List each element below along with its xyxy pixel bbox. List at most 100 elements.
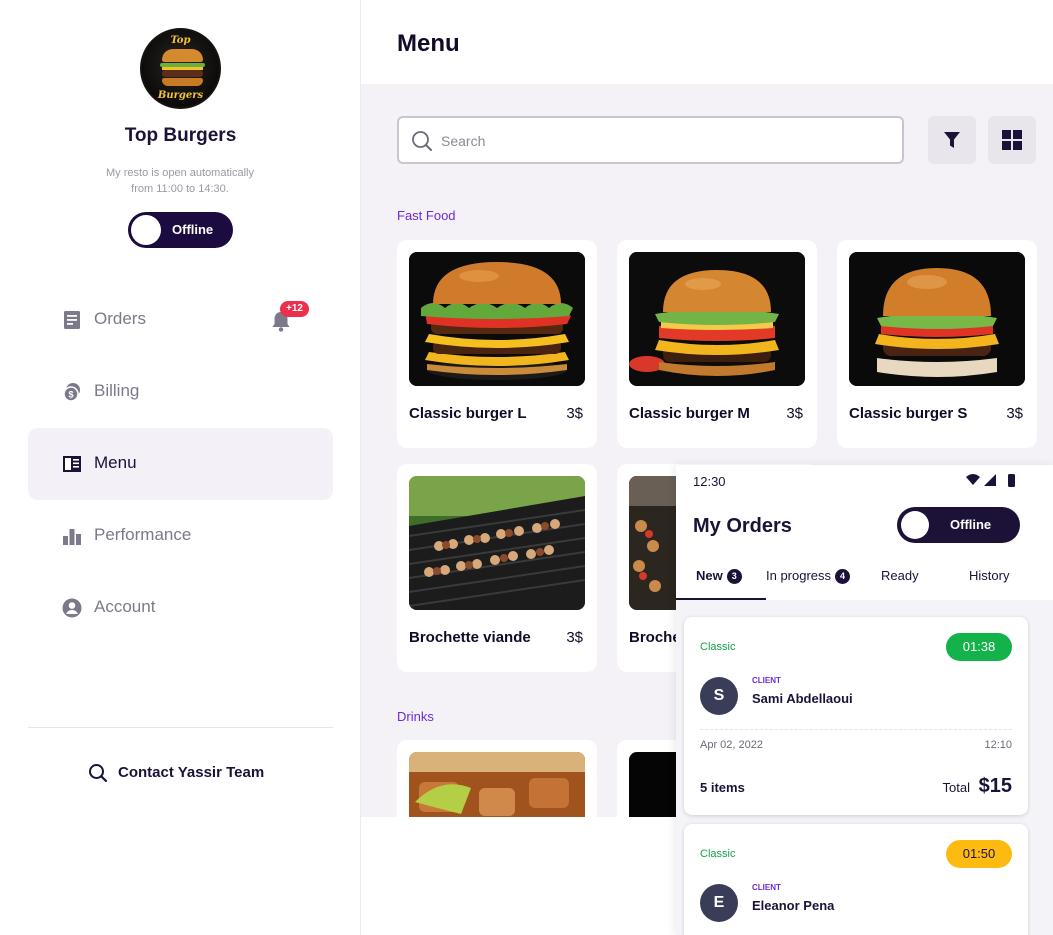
toggle-knob <box>901 511 929 539</box>
status-bar-icons <box>966 474 1015 487</box>
mobile-orders-panel: 12:30 My Orders Offline New 3 In progress… <box>676 465 1053 935</box>
client-label: CLIENT <box>752 883 781 892</box>
menu-item-name: Classic burger S <box>849 405 968 422</box>
opening-hours-line-1: My resto is open automatically <box>106 167 254 179</box>
bar-chart-icon <box>63 529 81 545</box>
grill-icon <box>409 476 585 610</box>
order-card[interactable]: Classic 01:50 E CLIENT Eleanor Pena <box>684 824 1028 935</box>
sidebar-item-label: Account <box>94 597 156 616</box>
burger-large-icon <box>409 252 585 386</box>
active-tab-indicator <box>676 598 766 600</box>
client-name: Sami Abdellaoui <box>752 691 853 706</box>
logo-text-top: Top <box>170 35 191 46</box>
menu-item-card[interactable]: Classic burger L 3$ <box>397 240 597 448</box>
book-icon <box>63 456 81 472</box>
sidebar-item-label: Menu <box>94 453 137 472</box>
client-label: CLIENT <box>752 676 781 685</box>
filter-icon <box>944 132 960 148</box>
burger-image <box>409 252 585 386</box>
opening-hours-line-2: from 11:00 to 14:30. <box>131 183 229 195</box>
drink-image <box>409 752 585 817</box>
skewers-image <box>409 476 585 610</box>
order-card[interactable]: Classic 01:38 S CLIENT Sami Abdellaoui A… <box>684 617 1028 815</box>
avatar: S <box>700 677 738 715</box>
status-toggle[interactable]: Offline <box>128 212 233 248</box>
sidebar-item-label: Performance <box>94 525 192 544</box>
sidebar-item-performance[interactable]: Performance <box>28 500 333 572</box>
order-divider <box>700 729 1012 730</box>
sidebar-item-account[interactable]: Account <box>28 572 333 644</box>
order-total: $15 <box>978 775 1012 797</box>
menu-item-name: Brochette viande <box>409 629 531 646</box>
mobile-status-toggle-label: Offline <box>950 517 992 532</box>
burger-icon <box>160 49 205 86</box>
burger-image <box>849 252 1025 386</box>
menu-item-card[interactable] <box>397 740 597 817</box>
filter-button[interactable] <box>928 116 976 164</box>
client-name: Eleanor Pena <box>752 898 835 913</box>
sidebar-item-menu[interactable]: Menu <box>28 428 333 500</box>
section-label-drinks: Drinks <box>397 709 434 724</box>
burger-medium-icon <box>629 252 805 386</box>
menu-item-price: 3$ <box>566 405 583 422</box>
sidebar: Top Burgers Top Burgers My resto is open… <box>0 0 361 935</box>
burger-small-icon <box>849 252 1025 386</box>
my-orders-title: My Orders <box>693 515 792 537</box>
top-bar: Menu <box>361 0 1053 84</box>
tab-history[interactable]: History <box>969 568 1009 583</box>
document-icon <box>64 311 80 329</box>
order-time: 12:10 <box>984 739 1012 751</box>
order-timer: 01:50 <box>946 840 1012 868</box>
iced-drink-icon <box>409 752 585 817</box>
order-date: Apr 02, 2022 <box>700 739 763 751</box>
menu-item-card[interactable]: Classic burger S 3$ <box>837 240 1037 448</box>
menu-item-card[interactable]: Brochette viande 3$ <box>397 464 597 672</box>
search-input[interactable] <box>441 129 881 153</box>
tab-label: New <box>696 568 723 583</box>
tab-in-progress[interactable]: In progress 4 <box>766 568 851 584</box>
menu-item-name: Classic burger L <box>409 405 527 422</box>
tab-ready[interactable]: Ready <box>881 568 919 583</box>
sidebar-divider <box>28 727 333 728</box>
order-type: Classic <box>700 641 736 653</box>
coins-icon: $ <box>63 383 80 402</box>
tab-new[interactable]: New 3 <box>696 568 742 584</box>
burger-image <box>629 252 805 386</box>
order-timer: 01:38 <box>946 633 1012 661</box>
contact-label: Contact Yassir Team <box>118 764 265 781</box>
menu-item-price: 3$ <box>1006 405 1023 422</box>
menu-item-name: Broche <box>629 629 681 646</box>
mobile-status-toggle[interactable]: Offline <box>897 507 1020 543</box>
sidebar-item-orders[interactable]: Orders +12 <box>28 284 333 356</box>
search-box[interactable] <box>397 116 904 164</box>
sidebar-item-label: Orders <box>94 309 146 328</box>
tab-count-badge: 4 <box>835 569 851 584</box>
grid-view-button[interactable] <box>988 116 1036 164</box>
mobile-header: 12:30 My Orders Offline New 3 In progress… <box>676 465 1053 600</box>
order-item-count: 5 items <box>700 780 745 795</box>
restaurant-logo: Top Burgers <box>140 28 221 109</box>
avatar: E <box>700 884 738 922</box>
menu-item-price: 3$ <box>786 405 803 422</box>
user-circle-icon <box>62 598 82 618</box>
notification-badge: +12 <box>280 301 309 317</box>
order-type: Classic <box>700 848 736 860</box>
page-title: Menu <box>397 30 460 57</box>
search-icon <box>89 764 108 783</box>
search-icon <box>412 131 432 151</box>
svg-text:$: $ <box>68 390 73 400</box>
restaurant-name: Top Burgers <box>124 125 237 146</box>
menu-item-name: Classic burger M <box>629 405 750 422</box>
order-total-label: Total <box>942 780 970 795</box>
tab-label: In progress <box>766 568 832 583</box>
menu-item-card[interactable]: Classic burger M 3$ <box>617 240 817 448</box>
sidebar-item-billing[interactable]: $ Billing <box>28 356 333 428</box>
sidebar-item-label: Billing <box>94 381 140 400</box>
grid-icon <box>1002 130 1022 150</box>
opening-hours-text: My resto is open automatically from 11:0… <box>80 165 280 197</box>
tab-label: Ready <box>881 568 919 583</box>
toggle-knob <box>131 215 161 245</box>
tab-label: History <box>969 568 1010 583</box>
menu-item-price: 3$ <box>566 629 583 646</box>
status-toggle-label: Offline <box>172 222 214 237</box>
